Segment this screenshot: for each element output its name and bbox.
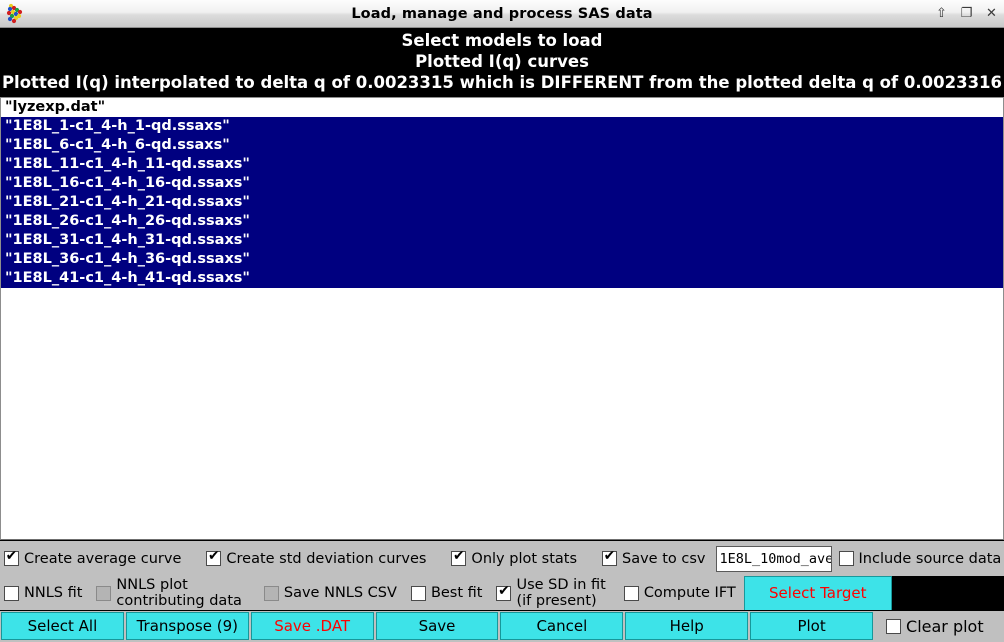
molecule-icon (2, 1, 28, 27)
checkbox-label-line-1: NNLS plot (116, 577, 241, 593)
checkbox-box (624, 586, 639, 601)
checkbox-label: NNLS fit (24, 585, 82, 601)
checkbox-box (411, 586, 426, 601)
checkbox-label-line-1: Use SD in fit (516, 577, 605, 593)
checkbox-label-line-2: (if present) (516, 593, 605, 609)
checkbox-label-line-2: contributing data (116, 593, 241, 609)
checkbox-box (886, 619, 901, 634)
action-button-select-all[interactable]: Select All (1, 612, 124, 640)
list-item[interactable]: "1E8L_6-c1_4-h_6-qd.ssaxs" (1, 136, 1003, 155)
list-item[interactable]: "1E8L_31-c1_4-h_31-qd.ssaxs" (1, 231, 1003, 250)
checkbox-nnls-plot-contributing-data[interactable]: NNLS plot contributing data (96, 577, 241, 609)
checkbox-box (264, 586, 279, 601)
checkbox-box: ✔ (496, 586, 511, 601)
checkbox-save-nnls-csv[interactable]: Save NNLS CSV (264, 585, 397, 601)
options-panel: ✔ Create average curve ✔ Create std devi… (0, 540, 1004, 610)
checkbox-compute-ift[interactable]: Compute IFT (624, 585, 736, 601)
list-item[interactable]: "1E8L_41-c1_4-h_41-qd.ssaxs" (1, 269, 1003, 288)
checkbox-create-std-deviation-curves[interactable]: ✔ Create std deviation curves (206, 551, 426, 567)
checkbox-label: Save NNLS CSV (284, 585, 397, 601)
action-button-help[interactable]: Help (625, 612, 748, 640)
checkbox-nnls-fit[interactable]: NNLS fit (4, 585, 82, 601)
check-mark: ✔ (207, 550, 220, 563)
checkbox-use-sd-in-fit[interactable]: ✔ Use SD in fit (if present) (496, 577, 605, 609)
header-banner: Select models to load Plotted I(q) curve… (0, 28, 1004, 97)
checkbox-best-fit[interactable]: Best fit (411, 585, 483, 601)
check-mark: ✔ (497, 585, 510, 598)
maximize-icon[interactable]: ❐ (959, 6, 974, 21)
checkbox-box (96, 586, 111, 601)
shade-icon[interactable]: ⇧ (934, 6, 949, 21)
checkbox-label: NNLS plot contributing data (116, 577, 241, 609)
action-button-row: Select AllTranspose (9)Save .DATSaveCanc… (0, 610, 1004, 642)
action-button-save[interactable]: Save (376, 612, 499, 640)
checkbox-box: ✔ (206, 551, 221, 566)
close-icon[interactable]: ✕ (984, 6, 999, 21)
checkbox-label: Save to csv (622, 551, 705, 567)
list-item[interactable]: "1E8L_11-c1_4-h_11-qd.ssaxs" (1, 155, 1003, 174)
checkbox-box: ✔ (451, 551, 466, 566)
checkbox-label: Use SD in fit (if present) (516, 577, 605, 609)
checkbox-label: Include source data (859, 551, 1002, 567)
header-line-3: Plotted I(q) interpolated to delta q of … (0, 72, 1004, 93)
select-target-button[interactable]: Select Target (744, 576, 892, 611)
list-item[interactable]: "1E8L_1-c1_4-h_1-qd.ssaxs" (1, 117, 1003, 136)
checkbox-label: Create average curve (24, 551, 181, 567)
list-item[interactable]: "1E8L_36-c1_4-h_36-qd.ssaxs" (1, 250, 1003, 269)
options-row-2: NNLS fit NNLS plot contributing data Sav… (0, 576, 1004, 610)
window-title: Load, manage and process SAS data (0, 6, 1004, 22)
application-window: Load, manage and process SAS data ⇧ ❐ ✕ … (0, 0, 1004, 642)
model-list[interactable]: "lyzexp.dat""1E8L_1-c1_4-h_1-qd.ssaxs""1… (0, 97, 1004, 540)
checkbox-label: Clear plot (906, 617, 984, 636)
action-button-cancel[interactable]: Cancel (500, 612, 623, 640)
checkbox-box (839, 551, 854, 566)
checkbox-box (4, 586, 19, 601)
checkbox-label: Only plot stats (471, 551, 577, 567)
title-bar: Load, manage and process SAS data ⇧ ❐ ✕ (0, 0, 1004, 28)
checkbox-save-to-csv[interactable]: ✔ Save to csv (602, 551, 705, 567)
header-line-1: Select models to load (0, 30, 1004, 51)
checkbox-clear-plot[interactable]: Clear plot (874, 611, 1004, 642)
header-line-2: Plotted I(q) curves (0, 51, 1004, 72)
window-controls: ⇧ ❐ ✕ (934, 6, 999, 21)
action-button-plot[interactable]: Plot (750, 612, 873, 640)
checkbox-label: Best fit (431, 585, 483, 601)
list-item[interactable]: "lyzexp.dat" (1, 98, 1003, 117)
checkbox-label: Compute IFT (644, 585, 736, 601)
black-filler (892, 576, 1004, 611)
checkbox-box: ✔ (602, 551, 617, 566)
list-item[interactable]: "1E8L_26-c1_4-h_26-qd.ssaxs" (1, 212, 1003, 231)
checkbox-box: ✔ (4, 551, 19, 566)
check-mark: ✔ (5, 550, 18, 563)
checkbox-include-source-data[interactable]: Include source data (839, 551, 1002, 567)
list-item[interactable]: "1E8L_21-c1_4-h_21-qd.ssaxs" (1, 193, 1003, 212)
action-button-transpose-9[interactable]: Transpose (9) (126, 612, 249, 640)
check-mark: ✔ (452, 550, 465, 563)
action-button-save-dat[interactable]: Save .DAT (251, 612, 374, 640)
options-row-1: ✔ Create average curve ✔ Create std devi… (0, 541, 1004, 576)
checkbox-label: Create std deviation curves (226, 551, 426, 567)
csv-name-input[interactable]: 1E8L_10mod_ave (716, 546, 832, 572)
checkbox-only-plot-stats[interactable]: ✔ Only plot stats (451, 551, 577, 567)
check-mark: ✔ (603, 550, 616, 563)
checkbox-create-average-curve[interactable]: ✔ Create average curve (4, 551, 181, 567)
list-item[interactable]: "1E8L_16-c1_4-h_16-qd.ssaxs" (1, 174, 1003, 193)
